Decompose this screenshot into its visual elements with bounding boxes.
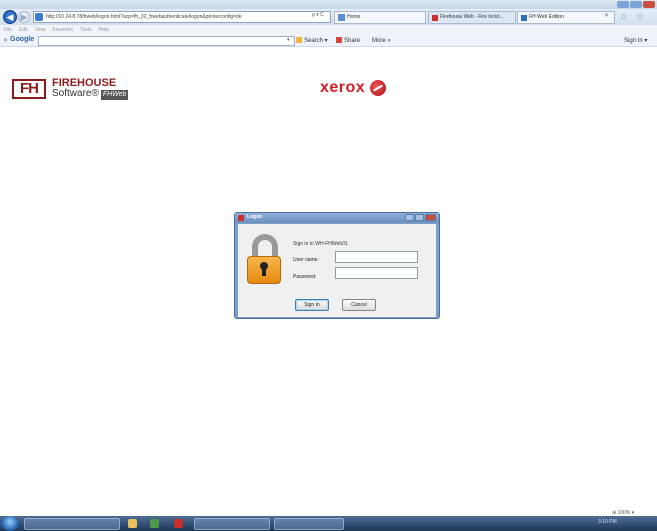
dialog-body: Sign in to WH-FHWeb01 User name: Passwor… (238, 224, 436, 317)
xerox-logo: xerox (320, 79, 387, 97)
xerox-logo-text: xerox (320, 79, 366, 96)
fh-software-text: Software® (52, 88, 99, 99)
folder-icon[interactable] (128, 519, 137, 528)
menu-file[interactable]: File (4, 25, 12, 35)
sign-in-button[interactable]: Sign In (295, 299, 329, 311)
home-icon[interactable]: ⌂ (621, 11, 626, 21)
taskbar-item[interactable] (24, 518, 120, 530)
firehouse-favicon-icon (432, 15, 438, 21)
address-search-controls[interactable]: ρ ▾ C (312, 12, 324, 18)
clock: 3:10 PM (598, 519, 617, 525)
system-tray: 3:10 PM (598, 519, 617, 525)
fh-web-favicon-icon (521, 15, 527, 21)
taskbar-item[interactable] (194, 518, 270, 530)
fh-logo-box: FH (12, 79, 46, 99)
tab-home[interactable]: Home (334, 11, 426, 24)
address-bar[interactable]: http://10.24.8.78/frweb/logon.html?acp=f… (33, 11, 331, 23)
dialog-window-controls (405, 214, 436, 221)
page-favicon-icon (35, 13, 43, 21)
app-icon[interactable] (150, 519, 159, 528)
fh-logo-text: FIREHOUSE Software® FHWeb (52, 78, 129, 100)
app-icon[interactable] (174, 519, 183, 528)
google-signin-button[interactable]: Sign In ▾ (624, 36, 647, 46)
window-controls (617, 1, 655, 8)
google-search-input[interactable] (38, 36, 295, 46)
tab-fh-web-edition[interactable]: FH Web Edition (517, 11, 615, 24)
keyhole-icon (260, 262, 268, 276)
back-button[interactable]: ◀ (3, 10, 17, 24)
taskbar-item[interactable] (274, 518, 344, 530)
google-logo: Google (10, 36, 35, 43)
window-titlebar (0, 0, 657, 9)
padlock-icon (247, 256, 281, 284)
tab-firehouse-label: Firehouse Web - Fire Incid... (440, 14, 503, 20)
username-label: User name: (293, 257, 319, 263)
minimize-button[interactable] (617, 1, 629, 8)
tab-home-label: Home (347, 14, 361, 20)
dialog-titlebar[interactable]: Logon (235, 213, 439, 223)
close-tab-icon[interactable]: ✕ (604, 12, 609, 19)
tab-fh-web-label: FH Web Edition (529, 14, 564, 20)
menu-favorites[interactable]: Favorites (52, 25, 73, 35)
password-field[interactable] (335, 267, 418, 279)
close-window-button[interactable] (643, 1, 655, 8)
menu-bar: File Edit View Favorites Tools Help (0, 25, 657, 35)
cancel-button[interactable]: Cancel (342, 299, 376, 311)
menu-tools[interactable]: Tools (80, 25, 92, 35)
tab-firehouse-web[interactable]: Firehouse Web - Fire Incid... (428, 11, 516, 24)
logon-dialog: Logon Sign in to WH-FHWeb01 User name: P… (234, 212, 440, 319)
firehouse-logo: FH FIREHOUSE Software® FHWeb (12, 78, 129, 100)
maximize-button[interactable] (630, 1, 642, 8)
xerox-sphere-icon (370, 80, 387, 96)
google-search-label: Search ▾ (304, 38, 328, 44)
signin-heading: Sign in to WH-FHWeb01 (293, 241, 348, 247)
address-text: http://10.24.8.78/frweb/logon.html?acp=f… (46, 14, 242, 20)
home-page-icon (338, 14, 345, 21)
google-more-button[interactable]: More » (372, 36, 391, 46)
google-toolbar-close-icon[interactable]: ✕ (3, 37, 8, 44)
arrow-left-icon: ◀ (6, 11, 14, 22)
dialog-close-button[interactable] (425, 214, 436, 221)
dialog-maximize-button[interactable] (415, 214, 424, 221)
arrow-right-icon: ▶ (20, 11, 28, 22)
menu-view[interactable]: View (35, 25, 46, 35)
share-icon (336, 37, 342, 44)
dialog-minimize-button[interactable] (405, 214, 414, 221)
search-icon (296, 37, 302, 44)
forward-button[interactable]: ▶ (18, 11, 30, 23)
google-search-button[interactable]: Search ▾ (296, 36, 328, 46)
chevron-down-icon[interactable]: ▾ (287, 37, 290, 43)
favorites-star-icon[interactable]: ☆ (636, 11, 644, 22)
google-share-label: Share (344, 38, 361, 44)
fh-web-badge: FHWeb (100, 90, 129, 100)
password-label: Password: (293, 274, 317, 280)
google-share-button[interactable]: Share (336, 36, 360, 46)
fh-logo-subtitle: Software® FHWeb (52, 88, 129, 100)
start-button[interactable] (1, 516, 19, 531)
menu-edit[interactable]: Edit (19, 25, 28, 35)
menu-help[interactable]: Help (99, 25, 109, 35)
username-field[interactable] (335, 251, 418, 263)
dialog-app-icon (238, 215, 244, 221)
dialog-title: Logon (247, 214, 263, 220)
